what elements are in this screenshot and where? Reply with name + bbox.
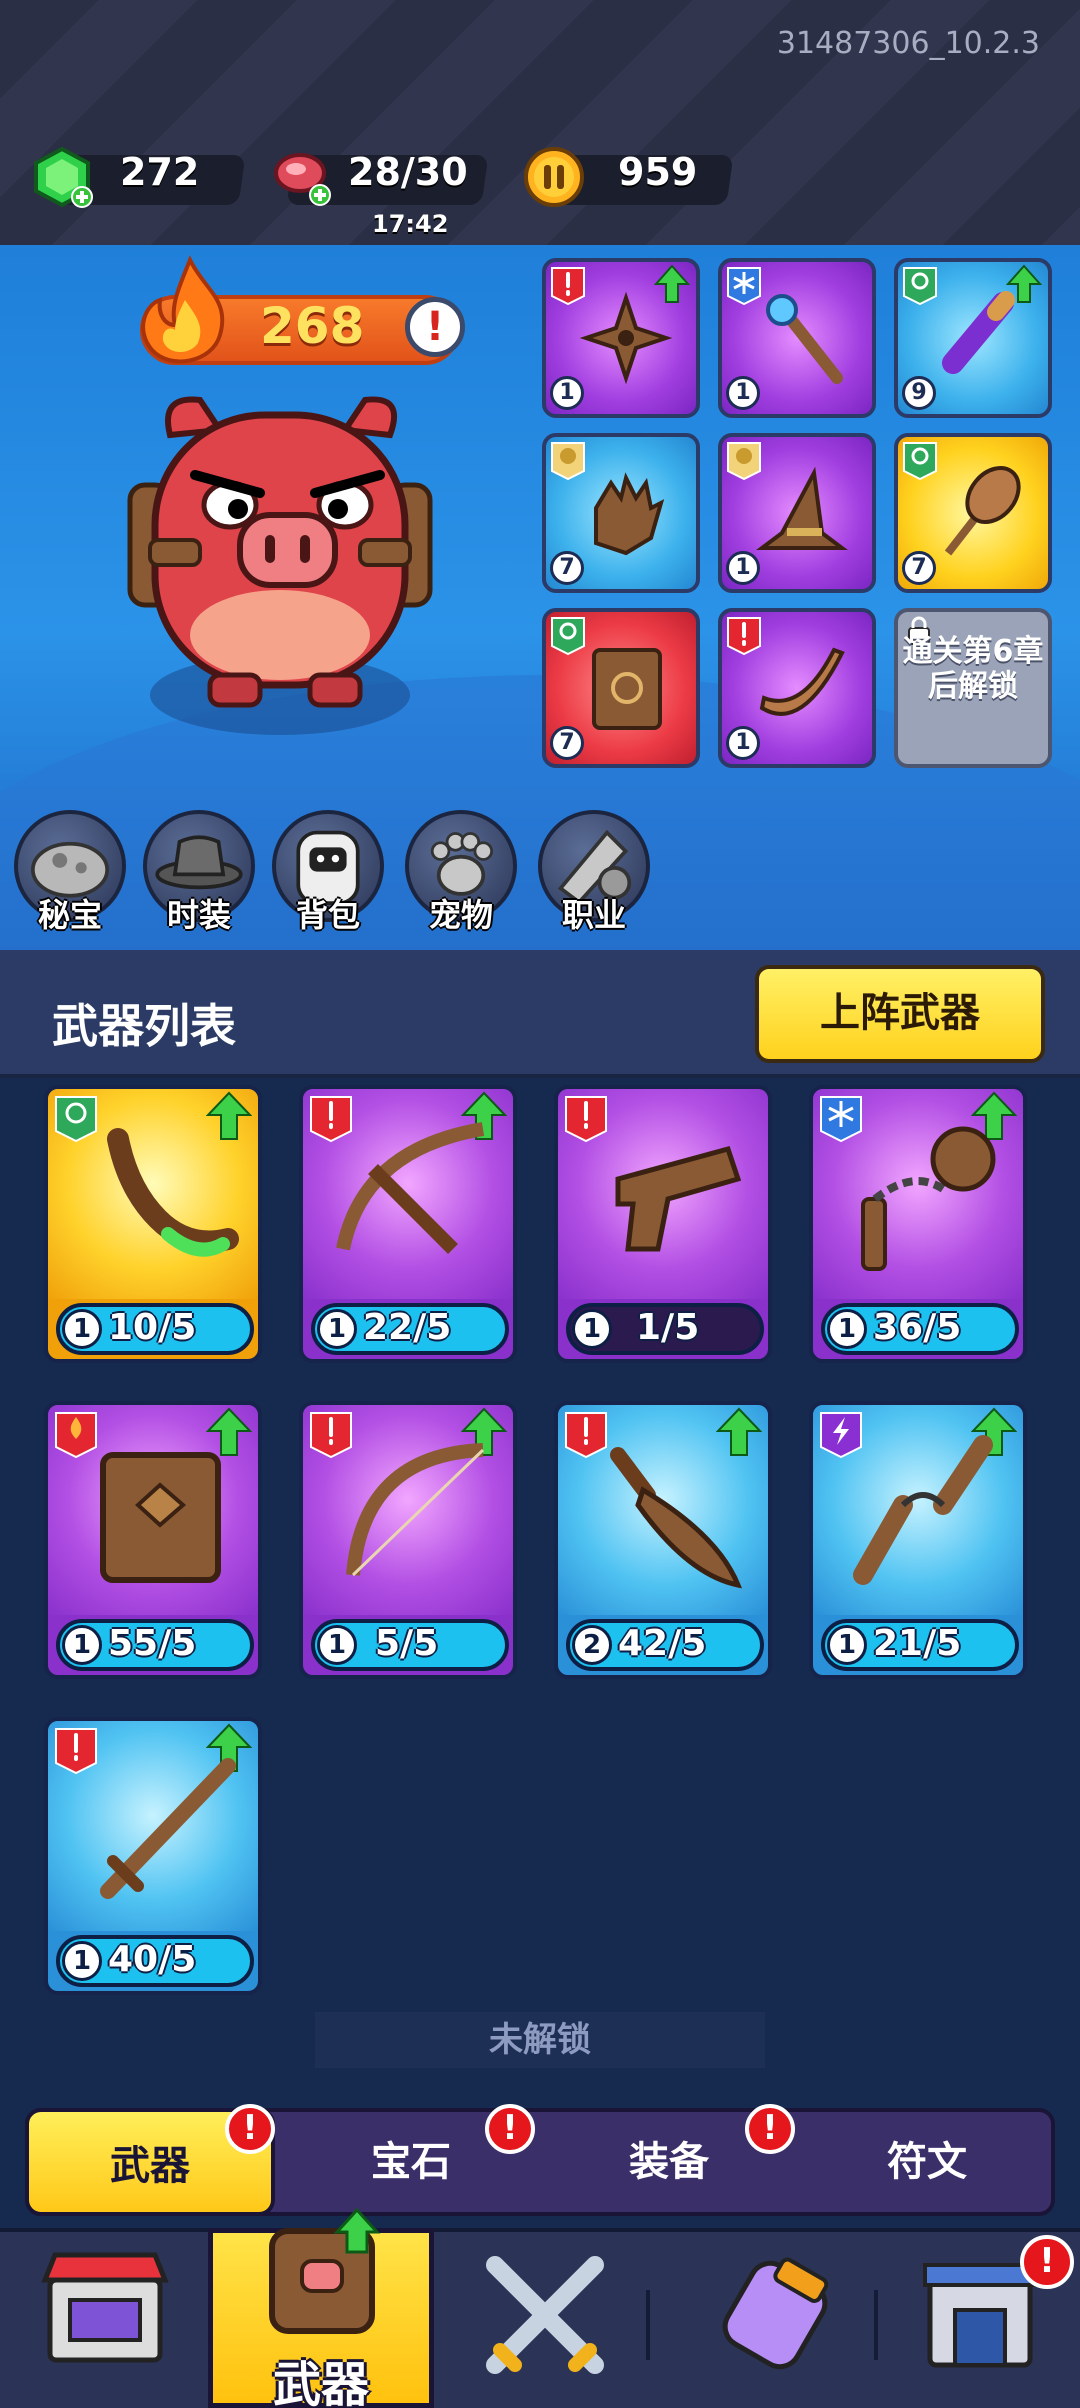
tab-rune[interactable]: 符文	[798, 2108, 1056, 2216]
card-level: 1	[827, 1309, 867, 1349]
flame-icon	[141, 255, 225, 364]
power-info-button[interactable]: !	[405, 297, 465, 357]
card-level: 1	[317, 1625, 357, 1665]
card-level: 2	[572, 1625, 612, 1665]
equip-slot-hat[interactable]: 1	[718, 433, 876, 593]
card-level: 1	[317, 1309, 357, 1349]
gem-icon[interactable]	[30, 145, 94, 209]
slot-level: 1	[726, 551, 760, 585]
weapon-card-bow[interactable]: 1 5/5	[299, 1401, 517, 1679]
locked-slot-text: 通关第6章后解锁	[902, 634, 1044, 704]
tome-icon	[100, 1452, 221, 1583]
card-progress: 1/5	[636, 1307, 700, 1348]
coin-icon[interactable]	[522, 145, 586, 209]
weapon-card-dagger[interactable]: 2 42/5	[554, 1401, 772, 1679]
stamina-count: 28/30	[348, 150, 468, 194]
card-progress: 21/5	[873, 1623, 962, 1664]
boomerang-icon	[759, 647, 845, 716]
card-level: 1	[62, 1941, 102, 1981]
equip-slot-boomerang[interactable]: 1	[718, 608, 876, 768]
battle-crossed-swords-icon[interactable]	[470, 2240, 620, 2390]
card-level: 1	[62, 1625, 102, 1665]
weapon-card-flail[interactable]: 1 36/5	[809, 1085, 1027, 1363]
flail-icon	[861, 1126, 996, 1271]
nav-divider	[874, 2290, 878, 2360]
equip-slot-staff[interactable]: 1	[718, 258, 876, 418]
tentacle-whip-icon	[107, 1128, 239, 1257]
slot-level: 7	[902, 551, 936, 585]
deploy-weapon-button[interactable]: 上阵武器	[755, 965, 1045, 1063]
card-progress: 42/5	[618, 1623, 707, 1664]
pet-label: 宠物	[428, 896, 493, 934]
shuriken-icon	[579, 291, 673, 385]
potion-vial-icon	[942, 291, 1015, 374]
pistol-icon	[615, 1145, 742, 1252]
card-level: 1	[572, 1309, 612, 1349]
slot-level: 9	[902, 376, 936, 410]
shop-icon[interactable]	[30, 2240, 180, 2390]
slot-level: 7	[550, 551, 584, 585]
leaf-fan-icon	[944, 466, 1021, 556]
slot-level: 1	[726, 726, 760, 760]
coin-count: 959	[618, 150, 698, 194]
equip-slot-shuriken[interactable]: 1	[542, 258, 700, 418]
card-progress: 5/5	[375, 1623, 439, 1664]
weapon-card-pistol[interactable]: 1 1/5	[554, 1085, 772, 1363]
tab-weapon-alert: !	[225, 2104, 275, 2154]
equip-slot-glove[interactable]: 7	[542, 433, 700, 593]
card-progress: 36/5	[873, 1307, 962, 1348]
weapon-card-crossbow[interactable]: 1 22/5	[299, 1085, 517, 1363]
power-value: 268	[260, 297, 365, 355]
card-level: 1	[827, 1625, 867, 1665]
weapon-card-sword[interactable]: 1 40/5	[44, 1717, 262, 1995]
slot-level: 1	[550, 376, 584, 410]
spellbook-icon	[592, 648, 662, 730]
weapon-list-title: 武器列表	[52, 999, 236, 1053]
equip-slot-potion[interactable]: 9	[894, 258, 1052, 418]
nav-divider	[646, 2290, 650, 2360]
meat-stamina-icon[interactable]	[270, 145, 334, 209]
dagger-icon	[610, 1447, 743, 1589]
pig-character[interactable]	[110, 375, 460, 755]
energy-capsule-icon[interactable]	[700, 2240, 850, 2390]
wooden-sword-icon	[100, 1758, 236, 1899]
card-progress: 10/5	[108, 1307, 197, 1348]
weapon-backpack-icon	[269, 2207, 381, 2334]
tab-equipment-alert: !	[745, 2104, 795, 2154]
bow-icon	[346, 1443, 485, 1577]
slot-level: 1	[726, 376, 760, 410]
equip-slot-locked[interactable]: 通关第6章后解锁	[894, 608, 1052, 768]
treasure-label: 秘宝	[37, 896, 102, 934]
locked-section-label: 未解锁	[315, 2012, 765, 2068]
fashion-label: 时装	[166, 896, 231, 934]
tab-gem-alert: !	[485, 2104, 535, 2154]
weapon-card-tentacle[interactable]: 1 10/5	[44, 1085, 262, 1363]
card-level: 1	[62, 1309, 102, 1349]
base-alert: !	[1020, 2235, 1074, 2289]
crossbow-icon	[336, 1122, 485, 1254]
weapon-card-tome[interactable]: 1 55/5	[44, 1401, 262, 1679]
backpack-label: 背包	[295, 896, 360, 934]
card-progress: 55/5	[108, 1623, 197, 1664]
weapon-card-nunchaku[interactable]: 1 21/5	[809, 1401, 1027, 1679]
card-progress: 22/5	[363, 1307, 452, 1348]
card-progress: 40/5	[108, 1939, 197, 1980]
slot-level: 7	[550, 726, 584, 760]
magic-staff-icon	[766, 294, 843, 384]
glove-icon	[594, 472, 665, 556]
version-label: 31487306_10.2.3	[776, 26, 1040, 61]
nunchaku-icon	[853, 1435, 993, 1585]
equip-slot-club[interactable]: 7	[894, 433, 1052, 593]
class-label: 职业	[561, 896, 626, 934]
equip-slot-book[interactable]: 7	[542, 608, 700, 768]
nav-weapon-label: 武器	[272, 2357, 369, 2408]
gem-count: 272	[120, 150, 200, 194]
stamina-timer: 17:42	[372, 210, 449, 238]
wizard-hat-icon	[756, 466, 848, 550]
